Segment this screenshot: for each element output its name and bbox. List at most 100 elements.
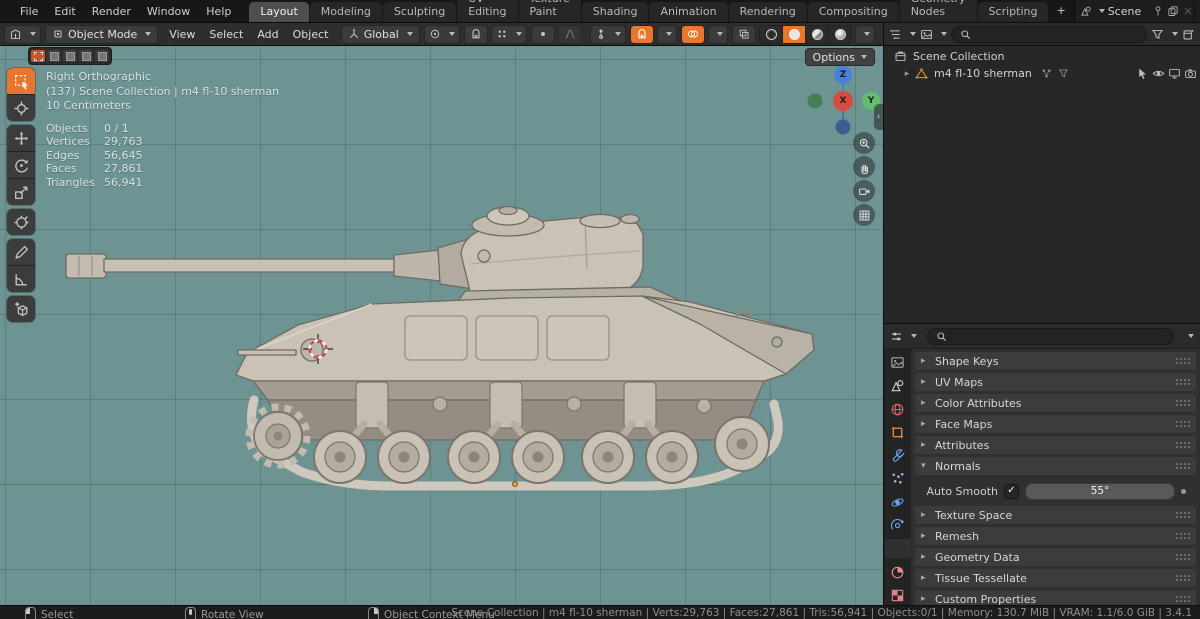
keyframe-decorator-icon[interactable] [1181,488,1186,494]
orientation-dropdown[interactable]: Global [340,24,420,44]
section-face-maps[interactable]: ▸ Face Maps [915,415,1196,433]
scene-name[interactable]: Scene [1108,5,1149,18]
properties-tab-mesh-data[interactable] [885,539,910,559]
auto-smooth-checkbox[interactable]: ✓ [1004,483,1019,499]
drag-handle-icon[interactable] [1175,357,1190,365]
select-mode-subtract-button[interactable] [63,50,77,62]
workspace-tab-animation[interactable]: Animation [649,2,728,22]
camera-icon[interactable] [1184,67,1197,80]
tool-box-select[interactable] [7,68,35,94]
auto-smooth-angle-slider[interactable]: 55° [1025,482,1175,500]
copy-scene-icon[interactable] [1167,5,1179,17]
properties-tab-constraints[interactable] [885,516,910,535]
outliner-row-object[interactable]: ▸ m4 fl-10 sherman [884,65,1200,82]
select-cursor-icon[interactable] [1136,67,1149,80]
drag-handle-icon[interactable] [1175,378,1190,386]
editor-type-dropdown[interactable] [4,24,41,44]
snap-toggle[interactable] [463,24,488,44]
workspace-tab-rendering[interactable]: Rendering [728,2,807,22]
tool-cursor[interactable] [7,95,35,121]
workspace-tab-sculpting[interactable]: Sculpting [382,2,457,22]
drag-handle-icon[interactable] [1175,595,1190,603]
falloff-dropdown[interactable] [557,24,582,44]
viewport-menu-view[interactable]: View [162,28,202,41]
section-remesh[interactable]: ▸ Remesh [915,527,1196,545]
tool-annotate[interactable] [7,239,35,265]
mode-dropdown[interactable]: Object Mode [45,24,159,44]
section-geometry-data[interactable]: ▸ Geometry Data [915,548,1196,566]
nav-camera-button[interactable] [853,180,875,202]
workspace-tab-scripting[interactable]: Scripting [977,2,1049,22]
menu-edit[interactable]: Edit [46,5,83,18]
drag-handle-icon[interactable] [1175,532,1190,540]
expand-arrow-icon[interactable]: ▸ [902,69,912,79]
proportional-edit-toggle[interactable] [530,24,555,44]
nav-zoom-button[interactable] [853,132,875,154]
overlays-dropdown[interactable] [708,24,728,44]
select-mode-extend-button[interactable] [47,50,61,62]
tool-move[interactable] [7,125,35,151]
properties-search-input[interactable] [927,327,1174,345]
section-texture-space[interactable]: ▸ Texture Space [915,506,1196,524]
properties-tab-texture[interactable] [885,586,910,605]
scene-selector[interactable]: Scene [1080,5,1194,18]
section-custom-properties[interactable]: ▸ Custom Properties [915,590,1196,605]
properties-tab-scene[interactable] [885,376,910,395]
snapping-toggle-active[interactable] [630,24,654,44]
monitor-icon[interactable] [1168,67,1181,80]
drag-handle-icon[interactable] [1175,420,1190,428]
nav-grid-button[interactable] [853,204,875,226]
properties-tab-object[interactable] [885,423,910,442]
section-shape-keys[interactable]: ▸ Shape Keys [915,352,1196,370]
section-attributes[interactable]: ▸ Attributes [915,436,1196,454]
viewport-menu-select[interactable]: Select [202,28,250,41]
view-layer-selector[interactable]: View Layer [1194,4,1200,18]
show-gizmos-dropdown[interactable] [590,24,626,44]
workspace-tab-compositing[interactable]: Compositing [807,2,899,22]
section-color-attributes[interactable]: ▸ Color Attributes [915,394,1196,412]
section-uv-maps[interactable]: ▸ UV Maps [915,373,1196,391]
snap-target-dropdown[interactable] [490,24,527,44]
tool-scale[interactable] [7,179,35,205]
properties-editor-icon[interactable] [890,330,903,343]
viewport-menu-object[interactable]: Object [286,28,336,41]
menu-help[interactable]: Help [198,5,239,18]
viewport-3d[interactable]: Right Orthographic (137) Scene Collectio… [0,46,884,605]
outliner-editor-icon[interactable] [889,28,902,41]
properties-tab-particles[interactable] [885,469,910,488]
workspace-tab-geometry-nodes[interactable]: Geometry Nodes [899,0,977,22]
pivot-dropdown[interactable] [423,24,460,44]
add-workspace-button[interactable]: + [1049,1,1072,21]
shading-solid-button[interactable] [783,25,806,43]
drag-handle-icon[interactable] [1175,462,1190,470]
filter-icon[interactable] [1151,28,1164,41]
select-mode-intersect-button[interactable] [95,50,109,62]
properties-tab-physics[interactable] [885,493,910,512]
workspace-tab-uv-editing[interactable]: UV Editing [457,0,518,22]
new-collection-icon[interactable] [1182,28,1195,41]
workspace-tab-shading[interactable]: Shading [581,2,649,22]
menu-file[interactable]: File [12,5,46,18]
workspace-tab-modeling[interactable]: Modeling [309,2,382,22]
tool-measure[interactable] [7,266,35,292]
properties-options-dropdown[interactable] [1188,334,1194,338]
workspace-tab-layout[interactable]: Layout [249,2,309,22]
tool-rotate[interactable] [7,152,35,178]
tank-model[interactable] [40,204,840,504]
properties-tab-material[interactable] [885,562,910,581]
display-mode-icon[interactable] [920,28,933,41]
xray-toggle[interactable] [732,24,756,44]
properties-tab-image[interactable] [885,353,910,372]
eye-icon[interactable] [1152,67,1165,80]
shading-wireframe-button[interactable] [760,25,783,43]
tool-transform[interactable] [7,209,35,235]
drag-handle-icon[interactable] [1175,553,1190,561]
sidebar-collapse-arrow[interactable]: ‹ [874,104,883,130]
properties-tab-wrench[interactable] [885,446,910,465]
drag-handle-icon[interactable] [1175,441,1190,449]
tool-add-cube[interactable] [7,296,35,322]
gizmo-x-axis[interactable]: X [833,91,853,111]
gizmo-z-axis[interactable]: Z [834,66,852,84]
shading-dropdown[interactable] [855,24,875,44]
shading-material-button[interactable] [806,25,829,43]
